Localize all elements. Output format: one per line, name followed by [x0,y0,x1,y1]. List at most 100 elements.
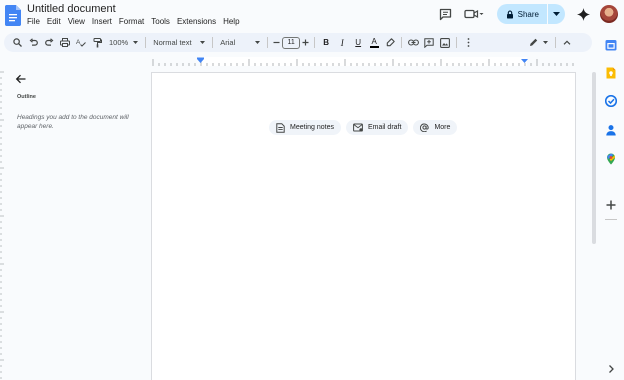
at-sign-icon [420,123,430,132]
docs-app: Untitled document File Edit View Insert … [0,0,624,380]
chevron-up-icon [563,40,571,45]
more-options-button[interactable] [460,33,476,52]
outline-heading: Outline [17,94,36,100]
menu-help[interactable]: Help [223,17,239,26]
increase-font-size-button[interactable] [300,33,311,52]
chip-label: Meeting notes [290,124,334,131]
docs-logo-icon[interactable] [5,5,21,26]
search-icon [12,38,22,47]
zoom-dropdown[interactable]: 100% [105,33,142,52]
menu-extensions[interactable]: Extensions [177,17,216,26]
more-vertical-icon [467,38,470,47]
smart-chips: Meeting notes Email draft More [269,120,458,135]
sparkle-icon [576,7,590,21]
document-scrollbar[interactable] [592,72,596,244]
menu-edit[interactable]: Edit [47,17,61,26]
insert-image-button[interactable] [437,33,453,52]
menu-tools[interactable]: Tools [151,17,170,26]
underline-button[interactable]: U [350,33,366,52]
rail-divider [605,219,617,220]
share-button-group: Share [496,4,565,24]
spellcheck-icon: A [76,39,86,47]
highlight-color-button[interactable] [382,33,398,52]
undo-button[interactable] [25,33,41,52]
tasks-icon[interactable] [605,95,617,107]
print-button[interactable] [57,33,73,52]
chip-label: More [434,124,451,131]
video-camera-icon [463,9,484,19]
menu-view[interactable]: View [68,17,85,26]
caret-down-icon [133,41,139,44]
toolbar-divider [145,37,147,48]
redo-button[interactable] [41,33,57,52]
spelling-check-button[interactable]: A [73,33,89,52]
maps-icon[interactable] [605,153,617,165]
font-size-input[interactable]: 11 [282,36,301,49]
add-comment-icon [424,37,434,48]
contacts-icon[interactable] [605,124,617,136]
italic-button[interactable]: I [334,33,350,52]
email-draft-chip[interactable]: Email draft [345,120,409,135]
toolbar-divider [212,37,214,48]
more-chip[interactable]: More [413,120,458,135]
search-menus-button[interactable] [9,33,25,52]
title-bar: Untitled document File Edit View Insert … [0,0,624,31]
toolbar-divider [555,37,557,48]
link-icon [407,39,419,46]
chip-label: Email draft [367,124,402,131]
account-avatar[interactable] [600,5,618,23]
vertical-ruler[interactable] [0,70,5,380]
undo-icon [29,38,38,46]
plus-icon [302,39,309,46]
get-add-ons-icon[interactable] [605,199,617,211]
menu-format[interactable]: Format [119,17,144,26]
comment-icon [439,8,452,20]
gemini-button[interactable] [572,3,594,25]
first-line-indent-marker[interactable] [197,57,204,60]
close-outline-button[interactable] [14,72,28,86]
title-bar-actions: Share [435,3,624,25]
share-button[interactable]: Share [497,4,547,24]
paint-format-button[interactable] [89,33,105,52]
decrease-font-size-button[interactable] [271,33,282,52]
horizontal-ruler[interactable] [151,57,576,66]
toolbar-divider [456,37,458,48]
highlighter-icon [386,38,395,47]
caret-down-icon [255,41,261,44]
share-label: Share [517,9,539,19]
toolbar-divider [401,37,403,48]
font-family-dropdown[interactable]: Arial [216,33,264,52]
font-family-value: Arial [220,38,236,47]
email-icon [353,123,363,132]
minus-icon [273,41,280,44]
caret-down-icon [553,12,560,16]
meet-button[interactable] [461,3,487,25]
print-icon [60,38,70,47]
image-icon [440,37,451,48]
menu-file[interactable]: File [27,17,40,26]
calendar-icon[interactable] [605,39,617,51]
bold-button[interactable]: B [318,33,334,52]
document-page[interactable] [151,72,576,380]
zoom-value: 100% [109,38,129,47]
insert-link-button[interactable] [405,33,421,52]
paragraph-style-value: Normal text [153,38,192,47]
hide-menus-button[interactable] [559,33,575,52]
pencil-icon [530,38,538,46]
add-comment-button[interactable] [421,33,437,52]
toolbar-divider [314,37,316,48]
menu-insert[interactable]: Insert [92,17,112,26]
meeting-notes-chip[interactable]: Meeting notes [269,120,341,135]
editing-mode-dropdown[interactable] [525,33,552,52]
outline-empty-hint: Headings you add to the document will ap… [17,114,129,130]
paragraph-style-dropdown[interactable]: Normal text [149,33,209,52]
document-title[interactable]: Untitled document [27,3,116,15]
share-dropdown-button[interactable] [548,4,565,24]
keep-icon[interactable] [605,67,617,79]
chevron-right-icon[interactable] [605,363,617,375]
lock-icon [506,10,513,18]
comment-history-button[interactable] [435,3,457,25]
text-color-letter: A [371,36,377,46]
text-color-button[interactable]: A [366,33,382,52]
text-color-icon: A [369,36,379,48]
